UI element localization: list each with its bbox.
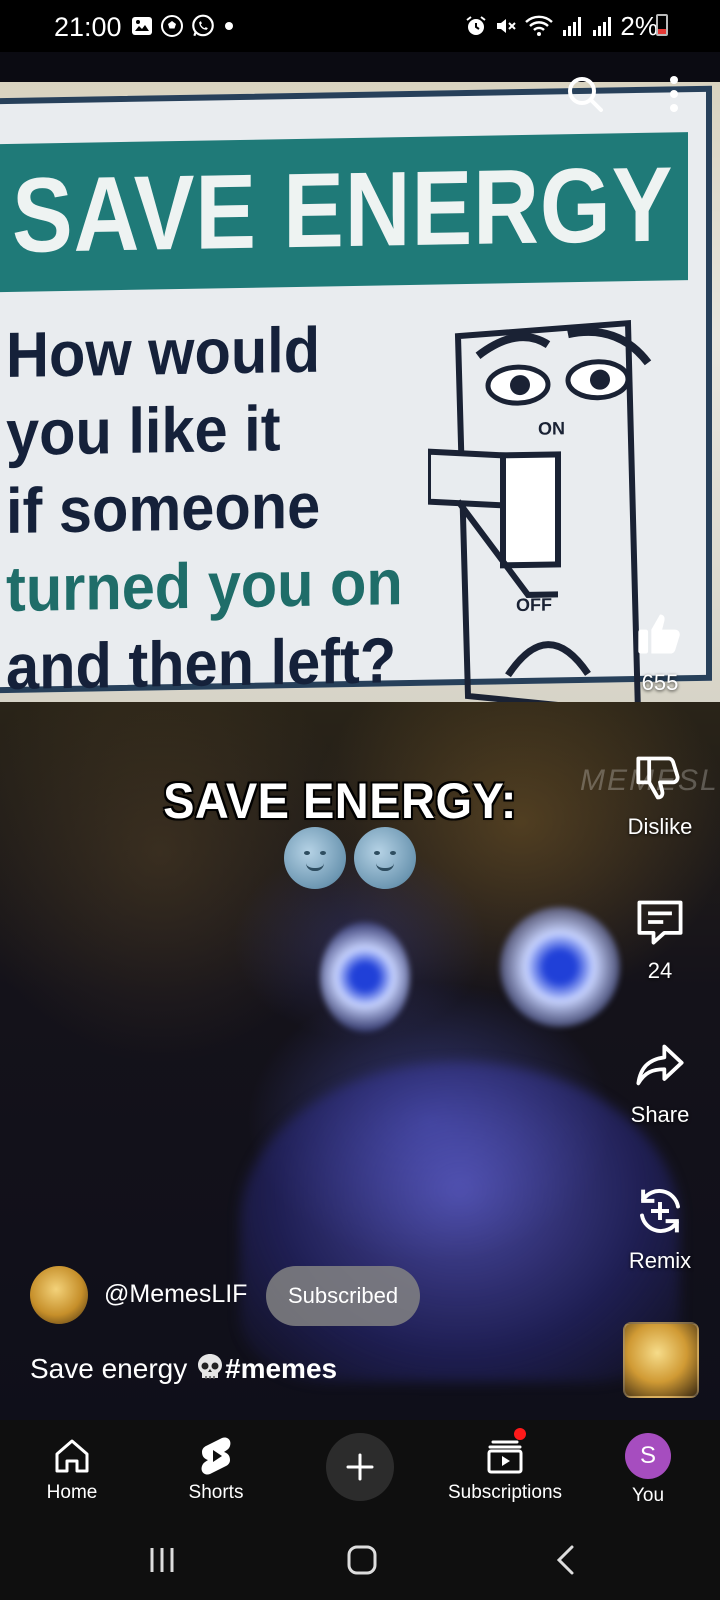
moon-emoji-pair [284, 827, 416, 889]
nav-home[interactable]: Home [22, 1420, 122, 1520]
home-square-icon [347, 1545, 377, 1575]
system-navigation-bar [0, 1520, 720, 1600]
dislike-label: Dislike [627, 814, 693, 839]
nav-you[interactable]: S You [598, 1420, 698, 1520]
sign-header-text: SAVE ENERGY [12, 145, 674, 275]
signal-icon [563, 17, 582, 36]
remix-icon [640, 1189, 680, 1233]
dot-icon [225, 22, 233, 30]
nav-you-label: You [631, 1485, 665, 1506]
whatsapp-icon [192, 14, 214, 37]
remix-button[interactable]: Remix [608, 1184, 712, 1274]
plus-icon [346, 1453, 374, 1481]
nav-subscriptions[interactable]: Subscriptions [430, 1420, 580, 1520]
like-count: 655 [641, 670, 679, 695]
sign-line: you like it [6, 392, 281, 470]
status-time: 21:00 [54, 12, 122, 42]
recent-apps-button[interactable] [140, 1540, 184, 1580]
sign-line: turned you on [6, 546, 403, 626]
search-icon [568, 77, 603, 112]
sign-board: SAVE ENERGY How would you like it if som… [0, 85, 712, 717]
channel-handle[interactable]: @MemesLIF [104, 1280, 247, 1309]
home-icon [55, 1439, 89, 1473]
hashtag-link[interactable]: #memes [225, 1353, 337, 1384]
sign-line: and then left? [6, 624, 397, 704]
thumbs-down-icon [636, 756, 680, 800]
comment-count: 24 [647, 958, 673, 983]
gallery-icon [132, 17, 152, 35]
recent-apps-icon [150, 1548, 174, 1572]
subscribed-button[interactable]: Subscribed [266, 1266, 421, 1326]
channel-avatar[interactable] [30, 1266, 88, 1324]
nav-subscriptions-label: Subscriptions [447, 1482, 563, 1503]
sign-body: How would you like it if someone turned … [6, 309, 403, 706]
comment-icon [637, 900, 683, 945]
wifi-icon [525, 15, 554, 36]
moon-face-icon [354, 827, 416, 889]
bottom-navigation: Home Shorts Subscriptions S You [0, 1420, 720, 1520]
moon-face-icon [284, 827, 346, 889]
comments-button[interactable]: 24 [608, 896, 712, 984]
home-system-button[interactable] [340, 1540, 384, 1580]
back-chevron-icon [556, 1545, 574, 1575]
like-button[interactable]: 655 [608, 608, 712, 696]
share-arrow-icon [636, 1044, 684, 1086]
video-overlay-caption: SAVE ENERGY: [163, 773, 517, 829]
shorts-icon [201, 1437, 231, 1475]
nav-home-label: Home [46, 1482, 98, 1503]
search-button[interactable] [563, 72, 607, 116]
video-title-text: Save energy [30, 1353, 195, 1384]
share-label: Share [630, 1102, 690, 1127]
remix-label: Remix [628, 1248, 692, 1273]
sign-header: SAVE ENERGY [0, 132, 688, 293]
back-button[interactable] [544, 1540, 588, 1580]
sound-thumbnail[interactable] [623, 1322, 699, 1398]
status-left-icons [130, 12, 236, 40]
skull-emoji-icon [198, 1354, 222, 1379]
user-avatar: S [625, 1433, 671, 1479]
sign-line: How would [6, 313, 321, 392]
glowing-eye [500, 907, 620, 1027]
subscriptions-icon [487, 1440, 523, 1474]
dislike-button[interactable]: Dislike [608, 752, 712, 840]
nav-shorts[interactable]: Shorts [166, 1420, 266, 1520]
sign-line: if someone [6, 469, 321, 548]
thumbs-up-filled-icon [638, 614, 680, 654]
create-button[interactable] [326, 1433, 394, 1501]
soccer-ball-icon [161, 15, 183, 37]
alarm-icon [466, 16, 487, 35]
mute-icon [497, 19, 517, 33]
video-title[interactable]: Save energy #memes [30, 1352, 337, 1385]
nav-shorts-label: Shorts [188, 1482, 244, 1503]
action-rail: 655 Dislike 24 Share Remix [608, 0, 712, 1420]
notification-dot [514, 1428, 526, 1440]
share-button[interactable]: Share [608, 1040, 712, 1128]
switch-off-label: OFF [516, 595, 552, 616]
glowing-eye [320, 922, 410, 1032]
switch-on-label: ON [538, 418, 565, 438]
